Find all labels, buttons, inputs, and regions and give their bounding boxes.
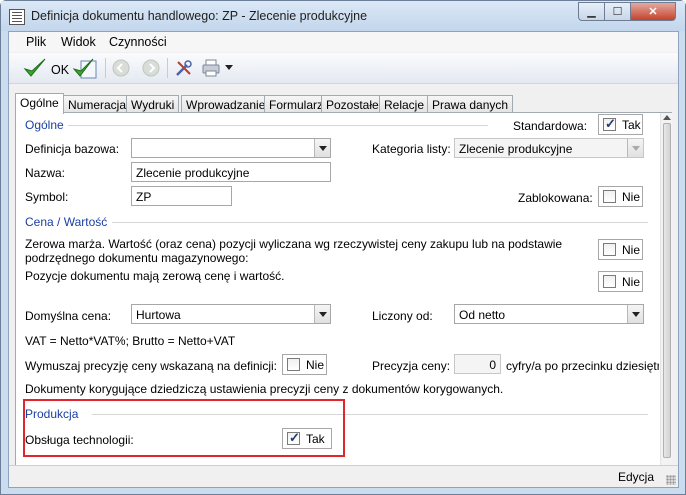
name-input[interactable]: Zlecenie produkcyjne	[131, 162, 331, 182]
forward-icon[interactable]	[142, 59, 160, 77]
zero-price-text: Pozycje dokumentu mają zerową cenę i war…	[25, 269, 285, 283]
blocked-checkbox[interactable]: Nie	[598, 186, 643, 207]
precision-input: 0	[454, 354, 501, 374]
resize-grip-icon[interactable]	[666, 475, 676, 485]
tab-relacje[interactable]: Relacje	[379, 95, 430, 113]
minimize-icon: ▁	[587, 6, 596, 18]
checkbox-unchecked-icon	[287, 358, 300, 371]
blocked-value: Nie	[622, 190, 641, 204]
menu-widok[interactable]: Widok	[61, 35, 96, 49]
back-icon[interactable]	[112, 59, 130, 77]
ok-check-icon[interactable]	[23, 57, 47, 79]
maximize-button[interactable]: ☐	[604, 2, 631, 21]
base-definition-combo[interactable]	[131, 138, 331, 158]
chevron-down-icon[interactable]	[627, 305, 643, 323]
tab-pozostale[interactable]: Pozostałe	[321, 95, 384, 113]
name-label: Nazwa:	[25, 166, 66, 180]
save-check-icon[interactable]	[73, 57, 99, 81]
menu-plik[interactable]: Plik	[26, 35, 46, 49]
checkbox-unchecked-icon	[603, 243, 616, 256]
section-divider	[112, 222, 648, 223]
status-text: Edycja	[617, 470, 654, 484]
close-button[interactable]: ✕	[630, 2, 676, 21]
correction-text: Dokumenty korygujące dziedziczą ustawien…	[25, 382, 504, 396]
client-area: Plik Widok Czynności OK Ogólne Numeracja…	[8, 31, 679, 488]
document-icon	[9, 9, 25, 25]
dialog-window: Definicja dokumentu handlowego: ZP - Zle…	[0, 0, 686, 495]
chevron-down-icon	[627, 139, 643, 157]
force-precision-value: Nie	[306, 358, 325, 372]
checkbox-checked-icon	[603, 116, 616, 132]
section-price-title: Cena / Wartość	[25, 215, 108, 229]
default-price-value: Hurtowa	[136, 308, 181, 322]
blocked-label: Zablokowana:	[518, 191, 593, 205]
zero-margin-value: Nie	[622, 243, 641, 257]
calc-from-value: Od netto	[459, 308, 506, 322]
category-combo: Zlecenie produkcyjne	[454, 138, 644, 158]
print-icon[interactable]	[201, 59, 221, 77]
base-definition-label: Definicja bazowa:	[25, 142, 120, 156]
precision-suffix: cyfry/a po przecinku dziesiętnym	[506, 359, 659, 373]
ok-button[interactable]: OK	[51, 63, 69, 77]
tab-wydruki[interactable]: Wydruki	[126, 95, 180, 113]
force-precision-label: Wymuszaj precyzję ceny wskazaną na defin…	[25, 359, 277, 373]
checkbox-unchecked-icon	[603, 275, 616, 288]
zero-margin-checkbox[interactable]: Nie	[598, 239, 643, 260]
tools-icon[interactable]	[175, 59, 193, 77]
category-value: Zlecenie produkcyjne	[459, 142, 573, 156]
standard-label: Standardowa:	[513, 119, 588, 133]
toolbar-separator	[167, 58, 168, 78]
vertical-scrollbar[interactable]	[660, 113, 672, 481]
toolbar-separator	[105, 58, 106, 78]
section-ogolne-title: Ogólne	[25, 118, 64, 132]
tab-wprowadzanie[interactable]: Wprowadzanie	[181, 95, 271, 113]
tab-prawa-danych[interactable]: Prawa danych	[427, 95, 514, 113]
scroll-thumb[interactable]	[663, 123, 671, 458]
symbol-label: Symbol:	[25, 190, 69, 204]
tab-ogolne[interactable]: Ogólne	[15, 93, 64, 114]
tab-numeracja[interactable]: Numeracja	[63, 95, 132, 113]
status-bar: Edycja	[9, 465, 678, 487]
standard-value: Tak	[622, 118, 641, 132]
chevron-down-icon[interactable]	[314, 139, 330, 157]
zero-price-value: Nie	[622, 275, 641, 289]
vat-formula: VAT = Netto*VAT%; Brutto = Netto+VAT	[25, 334, 236, 348]
default-price-label: Domyślna cena:	[25, 309, 112, 323]
precision-label: Precyzja ceny:	[372, 359, 451, 373]
category-label: Kategoria listy:	[372, 142, 451, 156]
general-panel: Ogólne Standardowa: Tak Definicja bazowa…	[15, 112, 672, 482]
menu-czynnosci[interactable]: Czynności	[109, 35, 167, 49]
close-icon: ✕	[648, 6, 658, 18]
zero-price-checkbox[interactable]: Nie	[598, 271, 643, 292]
default-price-combo[interactable]: Hurtowa	[131, 304, 331, 324]
zero-margin-text: Zerowa marża. Wartość (oraz cena) pozycj…	[25, 237, 563, 265]
title-bar[interactable]: Definicja dokumentu handlowego: ZP - Zle…	[1, 1, 685, 31]
symbol-input[interactable]: ZP	[131, 186, 232, 206]
maximize-icon: ☐	[612, 6, 623, 18]
minimize-button[interactable]: ▁	[578, 2, 605, 21]
calc-from-label: Liczony od:	[372, 309, 433, 323]
print-dropdown-icon[interactable]	[225, 65, 233, 71]
scroll-up-icon[interactable]	[663, 115, 671, 120]
tab-formularz[interactable]: Formularz	[264, 95, 329, 113]
highlight-box	[23, 399, 345, 457]
window-title: Definicja dokumentu handlowego: ZP - Zle…	[31, 9, 368, 23]
toolbar: OK	[9, 53, 678, 84]
menu-bar: Plik Widok Czynności	[9, 32, 678, 52]
section-divider	[68, 125, 488, 126]
calc-from-combo[interactable]: Od netto	[454, 304, 644, 324]
force-precision-checkbox[interactable]: Nie	[282, 354, 327, 375]
chevron-down-icon[interactable]	[314, 305, 330, 323]
checkbox-unchecked-icon	[603, 190, 616, 203]
standard-checkbox[interactable]: Tak	[598, 114, 643, 135]
